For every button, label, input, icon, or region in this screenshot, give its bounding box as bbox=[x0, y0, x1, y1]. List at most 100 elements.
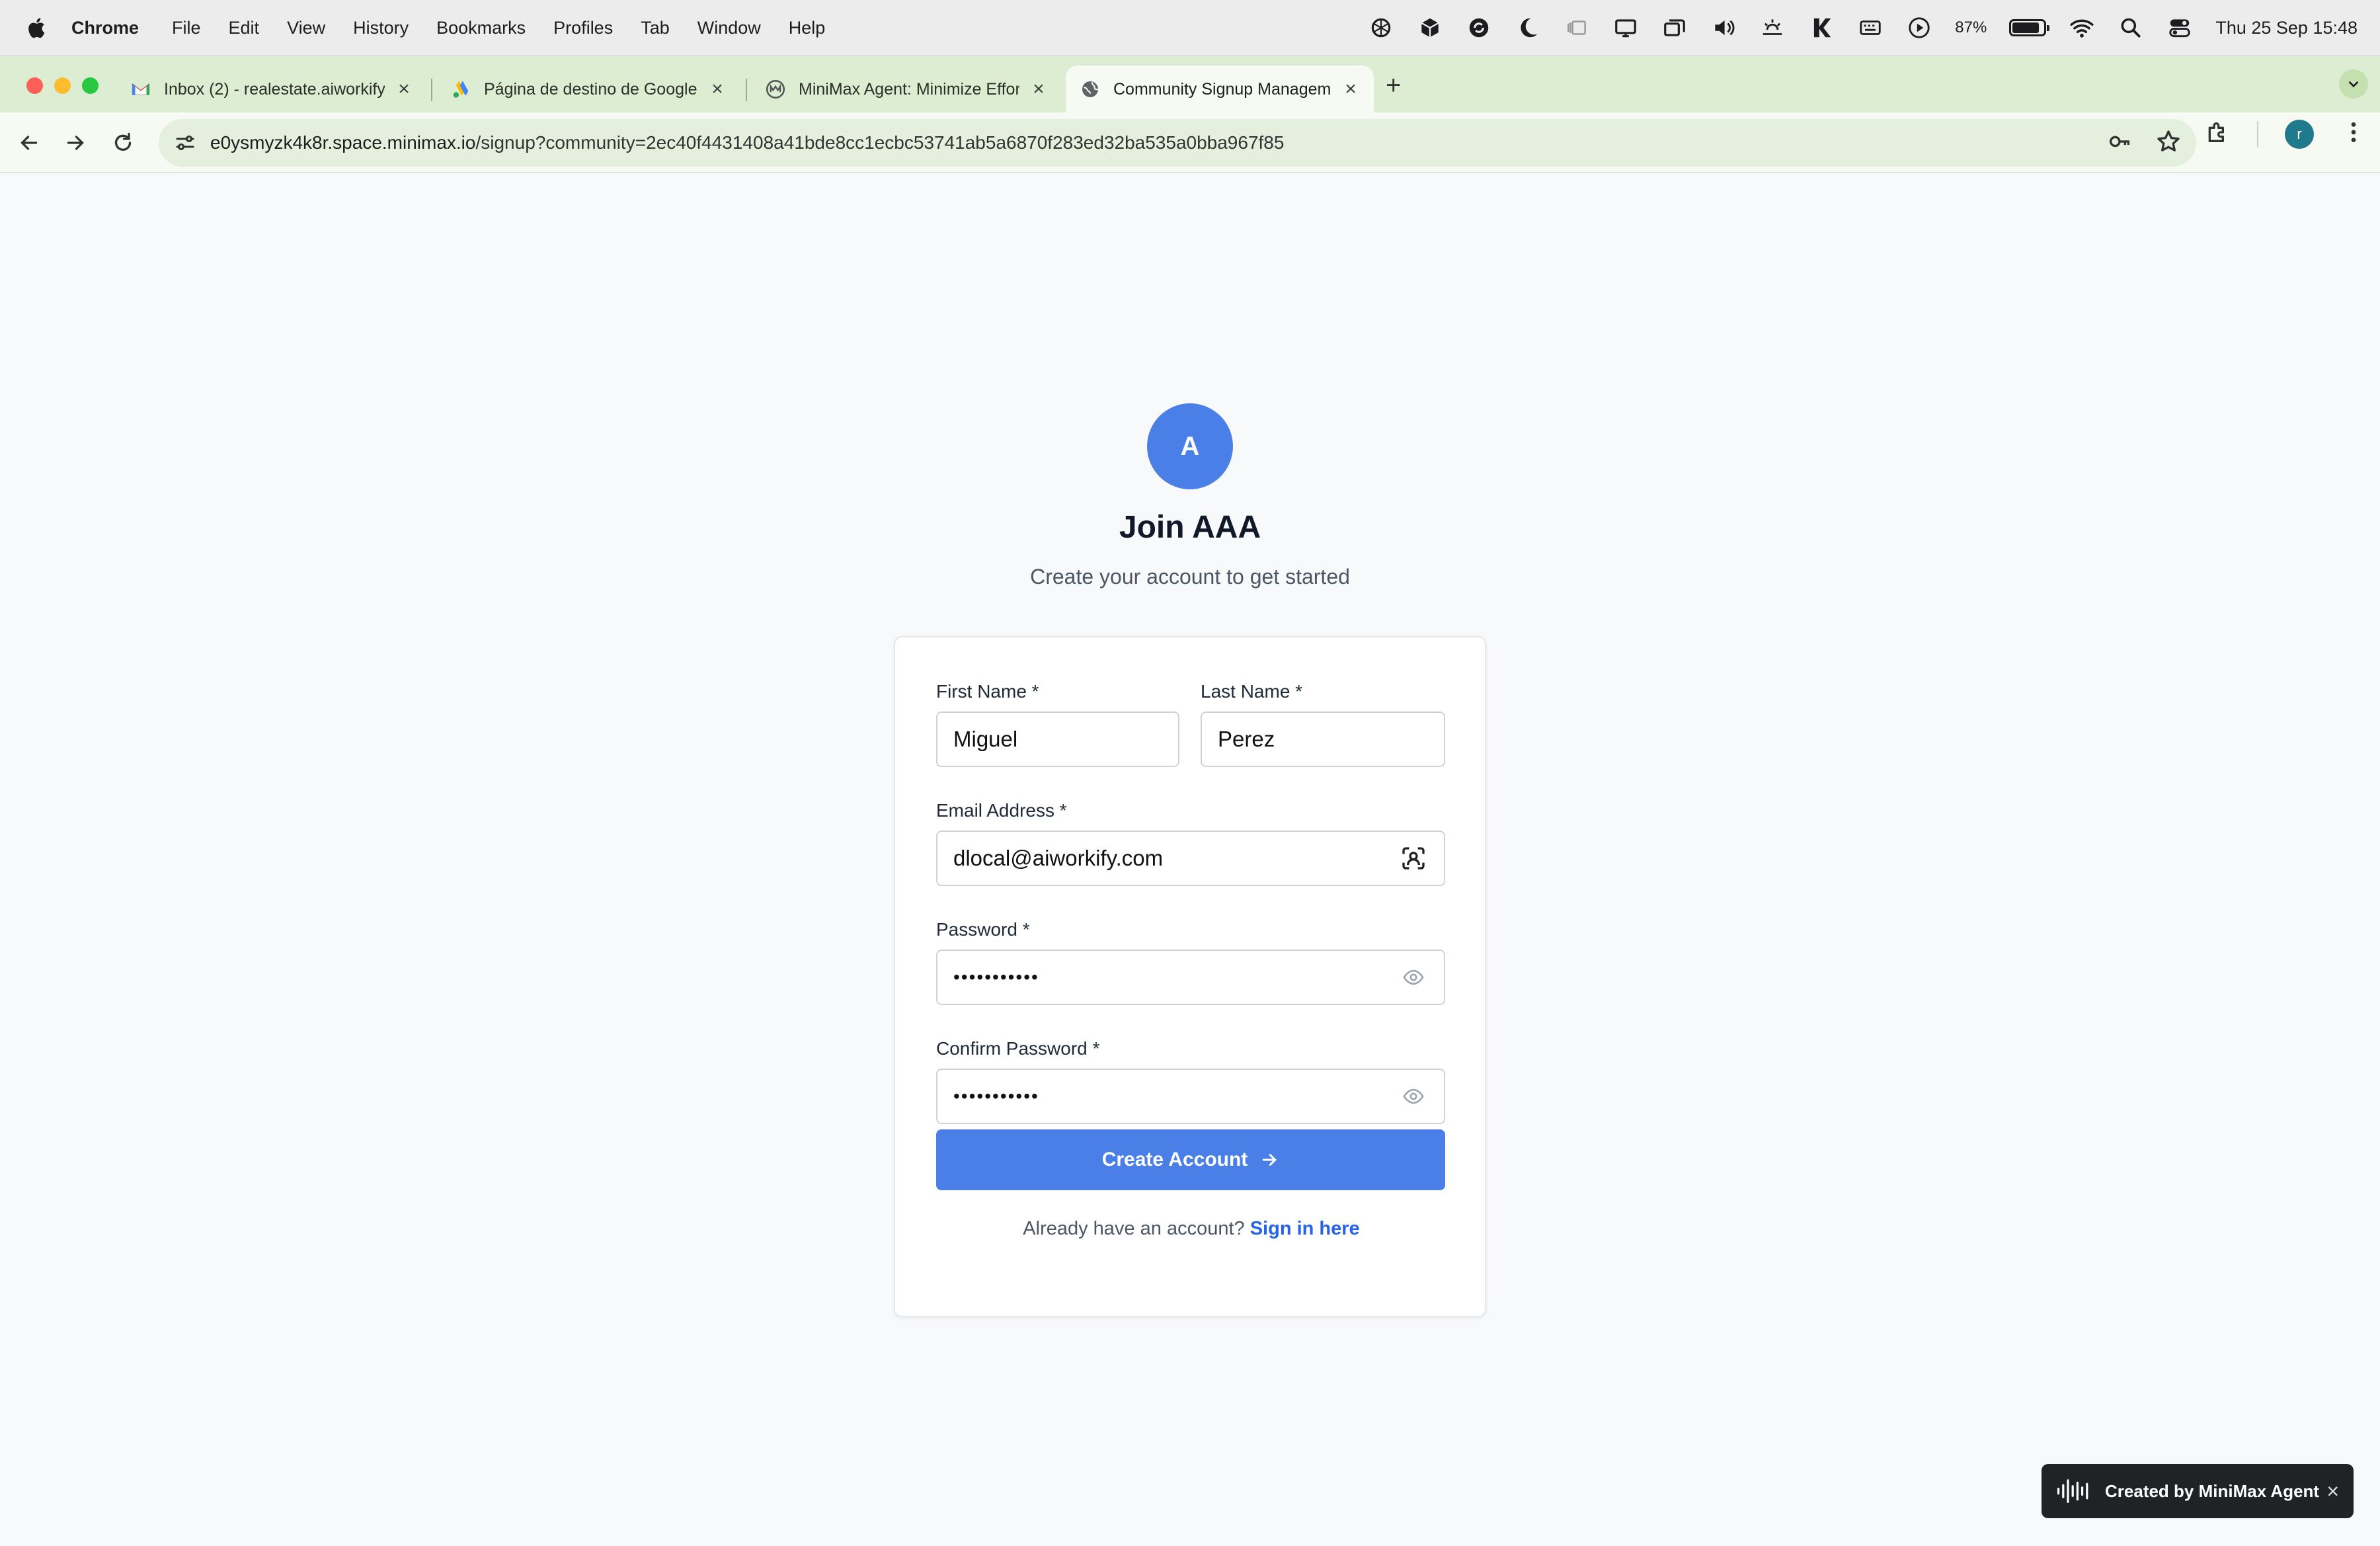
last-name-input[interactable]: Perez bbox=[1201, 712, 1445, 767]
spotlight-icon[interactable] bbox=[2118, 15, 2144, 41]
password-key-icon[interactable] bbox=[2106, 128, 2133, 158]
keyboard-icon[interactable] bbox=[1857, 15, 1884, 41]
extensions-puzzle-icon[interactable] bbox=[2204, 119, 2231, 149]
gmail-icon bbox=[130, 78, 152, 101]
url-host: e0ysmyzk4k8r.space.minimax.io bbox=[210, 132, 476, 153]
signin-prompt: Already have an account? bbox=[1023, 1218, 1245, 1239]
apple-menu-icon[interactable] bbox=[0, 16, 71, 40]
tab-close-icon[interactable]: × bbox=[1341, 78, 1361, 101]
created-by-badge[interactable]: Created by MiniMax Agent × bbox=[2042, 1464, 2354, 1518]
tab-close-icon[interactable]: × bbox=[394, 78, 414, 101]
menu-bookmarks[interactable]: Bookmarks bbox=[436, 0, 526, 56]
menu-help[interactable]: Help bbox=[789, 0, 826, 56]
macos-menu-bar: Chrome File Edit View History Bookmarks … bbox=[0, 0, 2380, 56]
tab-title: Community Signup Management bbox=[1113, 79, 1331, 99]
toolbar-divider bbox=[2257, 120, 2258, 147]
address-bar[interactable]: e0ysmyzk4k8r.space.minimax.io/signup?com… bbox=[159, 119, 2196, 167]
tab-minimax-agent[interactable]: MiniMax Agent: Minimize Effort × bbox=[751, 65, 1062, 113]
volume-icon[interactable] bbox=[1710, 15, 1737, 41]
menu-window[interactable]: Window bbox=[697, 0, 761, 56]
k-app-icon[interactable] bbox=[1808, 15, 1835, 41]
bookmark-star-icon[interactable] bbox=[2155, 128, 2182, 158]
password-value: ••••••••••• bbox=[953, 967, 1039, 987]
first-name-value: Miguel bbox=[953, 727, 1018, 751]
tab-search-button[interactable] bbox=[2339, 69, 2368, 99]
last-name-value: Perez bbox=[1218, 727, 1275, 751]
openai-icon[interactable] bbox=[1368, 15, 1394, 41]
first-name-label: First Name * bbox=[936, 681, 1039, 702]
new-tab-button[interactable]: + bbox=[1386, 71, 1401, 101]
address-bar-actions bbox=[2106, 128, 2182, 158]
close-window-button[interactable] bbox=[26, 77, 43, 94]
toolbar-right-actions: r bbox=[2204, 119, 2367, 149]
page-subtitle: Create your account to get started bbox=[1030, 565, 1350, 589]
tab-google-ads[interactable]: Página de destino de Google × bbox=[436, 65, 740, 113]
minimax-icon bbox=[764, 78, 787, 101]
create-account-button[interactable]: Create Account bbox=[936, 1129, 1445, 1190]
sync-icon[interactable] bbox=[1466, 15, 1492, 41]
forward-button[interactable] bbox=[52, 119, 99, 167]
moon-icon[interactable] bbox=[1515, 15, 1541, 41]
page-title: Join AAA bbox=[1119, 510, 1261, 545]
tab-close-icon[interactable]: × bbox=[1029, 78, 1049, 101]
chevron-down-icon bbox=[2348, 81, 2359, 88]
tab-gmail-inbox[interactable]: Inbox (2) - realestate.aiworkify × bbox=[116, 65, 427, 113]
first-name-input[interactable]: Miguel bbox=[936, 712, 1179, 767]
autofill-contact-icon[interactable] bbox=[1399, 844, 1428, 873]
menu-history[interactable]: History bbox=[353, 0, 409, 56]
sign-in-link[interactable]: Sign in here bbox=[1250, 1218, 1360, 1239]
arrow-right-icon bbox=[67, 136, 84, 150]
email-input[interactable]: dlocal@aiworkify.com bbox=[936, 831, 1445, 886]
menu-edit[interactable]: Edit bbox=[229, 0, 260, 56]
more-menu-icon[interactable] bbox=[2340, 119, 2367, 149]
menu-file[interactable]: File bbox=[172, 0, 201, 56]
menu-tab[interactable]: Tab bbox=[641, 0, 670, 56]
google-ads-icon bbox=[450, 78, 472, 101]
cube-icon[interactable] bbox=[1417, 15, 1443, 41]
eye-icon[interactable] bbox=[1399, 1082, 1428, 1111]
back-button[interactable] bbox=[5, 119, 53, 167]
minimize-window-button[interactable] bbox=[54, 77, 71, 94]
reload-button[interactable] bbox=[99, 119, 147, 167]
browser-tab-strip: Inbox (2) - realestate.aiworkify × Págin… bbox=[0, 56, 2380, 113]
password-input[interactable]: ••••••••••• bbox=[936, 950, 1445, 1005]
create-account-label: Create Account bbox=[1101, 1149, 1248, 1170]
url-path: /signup?community=2ec40f4431408a41bde8cc… bbox=[475, 132, 1285, 153]
menu-app-name[interactable]: Chrome bbox=[71, 0, 139, 56]
battery-icon[interactable] bbox=[2009, 19, 2050, 36]
battery-percent: 87% bbox=[1955, 19, 1987, 36]
tab-divider bbox=[431, 79, 432, 101]
battery-fill bbox=[2012, 22, 2040, 33]
signup-form-card: First Name * Miguel Last Name * Perez Em… bbox=[894, 636, 1486, 1317]
community-logo: A bbox=[1147, 403, 1233, 489]
last-name-label: Last Name * bbox=[1201, 681, 1303, 702]
tab-community-signup[interactable]: Community Signup Management × bbox=[1066, 65, 1374, 113]
browser-toolbar: e0ysmyzk4k8r.space.minimax.io/signup?com… bbox=[0, 112, 2380, 173]
arrow-left-icon bbox=[20, 136, 38, 150]
stage-manager-icon[interactable] bbox=[1564, 15, 1590, 41]
email-label: Email Address * bbox=[936, 800, 1067, 821]
display-icon[interactable] bbox=[1612, 15, 1639, 41]
confirm-password-input[interactable]: ••••••••••• bbox=[936, 1069, 1445, 1124]
zoom-window-button[interactable] bbox=[82, 77, 99, 94]
badge-label: Created by MiniMax Agent bbox=[2105, 1481, 2320, 1501]
play-icon[interactable] bbox=[1906, 15, 1932, 41]
menubar-tray: 87% Thu 25 Sep 15:48 bbox=[1368, 15, 2380, 41]
menu-view[interactable]: View bbox=[287, 0, 325, 56]
wifi-icon[interactable] bbox=[2069, 15, 2095, 41]
sunrise-icon[interactable] bbox=[1759, 15, 1786, 41]
profile-avatar[interactable]: r bbox=[2285, 119, 2314, 149]
windows-icon[interactable] bbox=[1661, 15, 1688, 41]
menubar-clock[interactable]: Thu 25 Sep 15:48 bbox=[2215, 18, 2358, 38]
eye-icon[interactable] bbox=[1399, 963, 1428, 992]
reload-icon bbox=[114, 132, 132, 151]
tab-close-icon[interactable]: × bbox=[707, 78, 727, 101]
url-text: e0ysmyzk4k8r.space.minimax.io/signup?com… bbox=[210, 132, 1284, 153]
site-info-icon[interactable] bbox=[169, 127, 201, 159]
confirm-password-label: Confirm Password * bbox=[936, 1038, 1100, 1059]
badge-close-icon[interactable]: × bbox=[2326, 1479, 2339, 1504]
control-center-icon[interactable] bbox=[2166, 15, 2193, 41]
confirm-password-value: ••••••••••• bbox=[953, 1086, 1039, 1106]
menu-profiles[interactable]: Profiles bbox=[553, 0, 613, 56]
arrow-right-icon bbox=[1263, 1154, 1277, 1166]
